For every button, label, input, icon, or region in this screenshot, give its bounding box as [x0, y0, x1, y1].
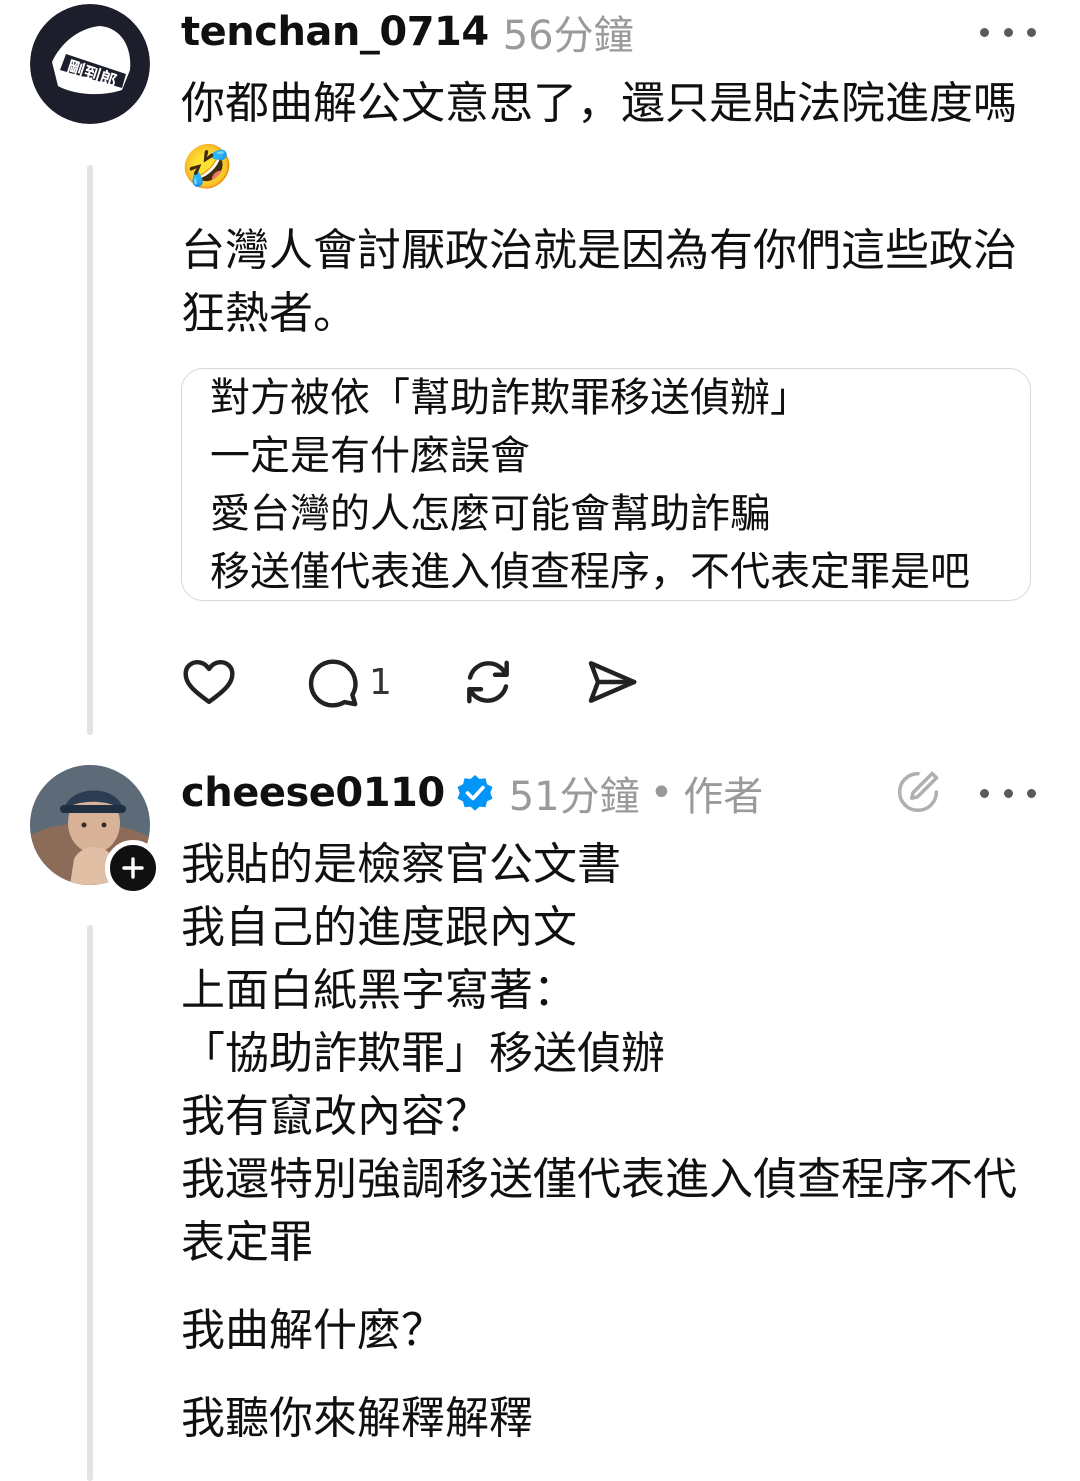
post-text-line: 我貼的是檢察官公文書 — [181, 839, 621, 890]
heart-icon — [183, 659, 235, 705]
post-header: tenchan_0714 56分鐘 — [181, 2, 634, 62]
dot-icon — [1027, 788, 1036, 798]
dot-icon — [1003, 788, 1013, 798]
post-text-line: 我自己的進度跟內文 — [181, 902, 577, 953]
quote-line: 移送僅代表進入偵查程序，不代表定罪是吧 — [210, 549, 970, 595]
verified-badge-icon — [457, 775, 493, 811]
post-text-paragraph: 台灣人會討厭政治就是因為有你們這些政治狂熱者。 — [181, 225, 1017, 339]
post-text-line: 我有竄改內容？ — [181, 1091, 489, 1142]
quote-line: 一定是有什麼誤會 — [210, 433, 530, 479]
timestamp: 51分鐘 — [508, 774, 640, 820]
reply-button[interactable]: 1 — [305, 654, 392, 710]
quoted-text-box: 對方被依「幫助詐欺罪移送偵辦」 一定是有什麼誤會 愛台灣的人怎麼可能會幫助詐騙 … — [181, 368, 1031, 601]
dot-icon — [1003, 27, 1013, 37]
plus-icon — [122, 857, 144, 879]
dot-icon — [1027, 27, 1036, 37]
separator-dot: • — [649, 770, 674, 816]
post-text-closing: 我聽你來解釋解釋 — [181, 1393, 533, 1444]
username[interactable]: cheese0110 — [181, 770, 445, 816]
repost-icon — [467, 660, 509, 704]
thread-line — [87, 165, 93, 735]
thread-line — [87, 925, 93, 1481]
post-body: 你都曲解公文意思了，還只是貼法院進度嗎 🤣 台灣人會討厭政治就是因為有你們這些政… — [181, 72, 1041, 345]
repost-button[interactable] — [460, 654, 516, 710]
send-icon — [588, 661, 637, 703]
dot-icon — [980, 27, 989, 37]
edit-icon[interactable] — [893, 767, 943, 817]
more-options-button[interactable] — [980, 773, 1036, 813]
post-text-question: 我曲解什麼？ — [181, 1305, 445, 1356]
dot-icon — [980, 788, 989, 798]
timestamp: 56分鐘 — [502, 13, 634, 59]
quote-line: 愛台灣的人怎麼可能會幫助詐騙 — [210, 491, 770, 537]
post-text-line: 你都曲解公文意思了，還只是貼法院進度嗎 — [181, 78, 1017, 129]
more-options-button[interactable] — [980, 12, 1036, 52]
post-header: cheese0110 51分鐘 • 作者 — [181, 763, 763, 823]
action-bar: 1 — [181, 650, 640, 714]
reply-count: 1 — [369, 661, 392, 703]
post-text-line: 上面白紙黑字寫著： — [181, 965, 577, 1016]
comment-post-1: 剛到郎 tenchan_0714 56分鐘 你都曲解公文意思了，還只是貼法院進度… — [0, 0, 1080, 740]
post-text-line: 「協助詐欺罪」移送偵辦 — [181, 1028, 665, 1079]
post-body: 我貼的是檢察官公文書 我自己的進度跟內文 上面白紙黑字寫著： 「協助詐欺罪」移送… — [181, 833, 1041, 1450]
follow-button[interactable] — [105, 840, 161, 896]
username[interactable]: tenchan_0714 — [181, 9, 489, 55]
quote-line: 對方被依「幫助詐欺罪移送偵辦」 — [210, 375, 810, 421]
like-button[interactable] — [181, 654, 237, 710]
post-text-line: 我還特別強調移送僅代表進入偵查程序不代表定罪 — [181, 1154, 1017, 1268]
avatar-tenchan[interactable]: 剛到郎 — [30, 4, 150, 124]
author-label: 作者 — [683, 774, 764, 820]
share-button[interactable] — [584, 654, 640, 710]
comment-icon — [308, 659, 358, 708]
avatar-logo-image: 剛到郎 — [30, 4, 150, 124]
laughing-emoji: 🤣 — [181, 142, 234, 191]
